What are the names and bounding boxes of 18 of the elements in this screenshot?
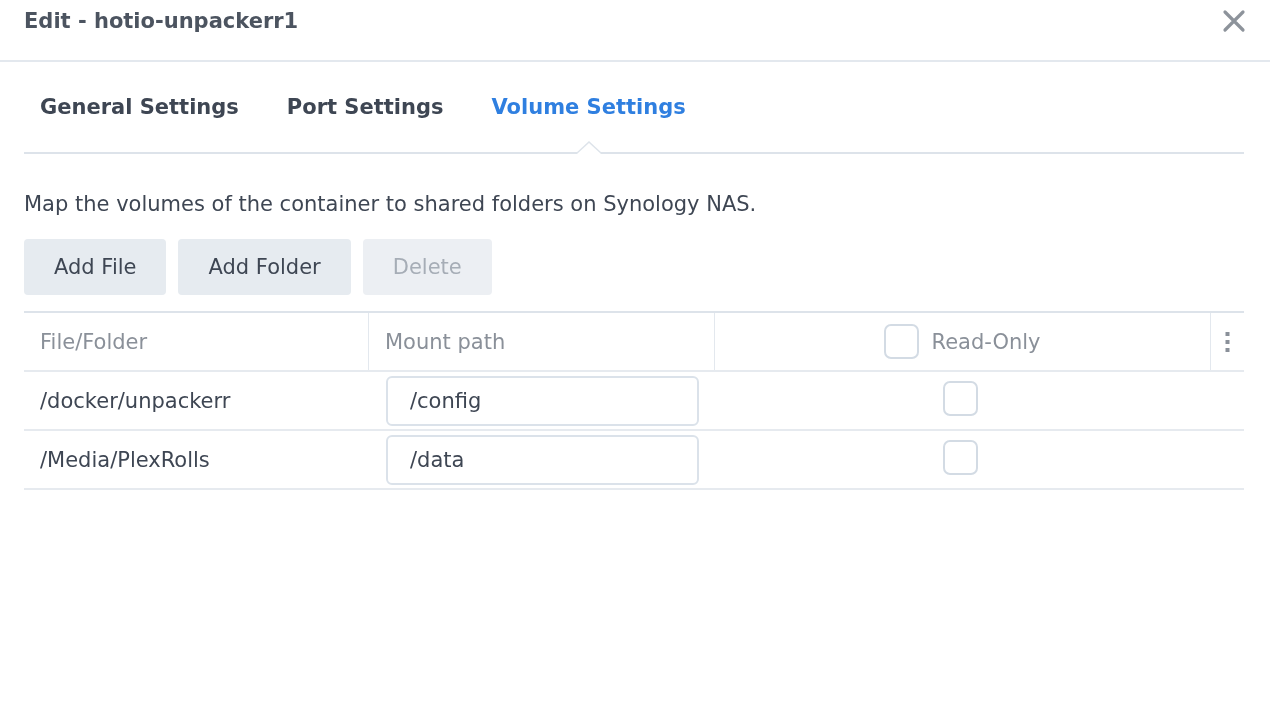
toolbar-button[interactable]: Add Folder — [178, 239, 351, 295]
close-icon[interactable] — [1222, 9, 1246, 33]
table-cell-text: /Media/PlexRolls — [39, 447, 211, 472]
column-header: Read-Only — [931, 329, 1041, 354]
tab[interactable]: Port Settings — [286, 62, 444, 152]
toolbar-button[interactable]: Add File — [24, 239, 167, 295]
mount-path-field[interactable]: /config — [386, 375, 699, 426]
select-all-checkbox[interactable] — [884, 324, 920, 359]
table-cell-text: /docker/unpackerr — [39, 388, 232, 413]
column-header: File/Folder — [24, 313, 369, 370]
description-text: Map the volumes of the container to shared folders on Synology NAS. — [24, 192, 758, 216]
read-only-checkbox[interactable] — [942, 381, 978, 416]
read-only-checkbox[interactable] — [942, 440, 978, 475]
tab[interactable]: General Settings — [40, 62, 239, 152]
column-header: Mount path — [369, 313, 715, 370]
tab[interactable]: Volume Settings — [491, 62, 686, 152]
window-title: Edit - hotio-unpackerr1 — [24, 9, 299, 33]
mount-path-field[interactable]: /data — [386, 434, 699, 485]
